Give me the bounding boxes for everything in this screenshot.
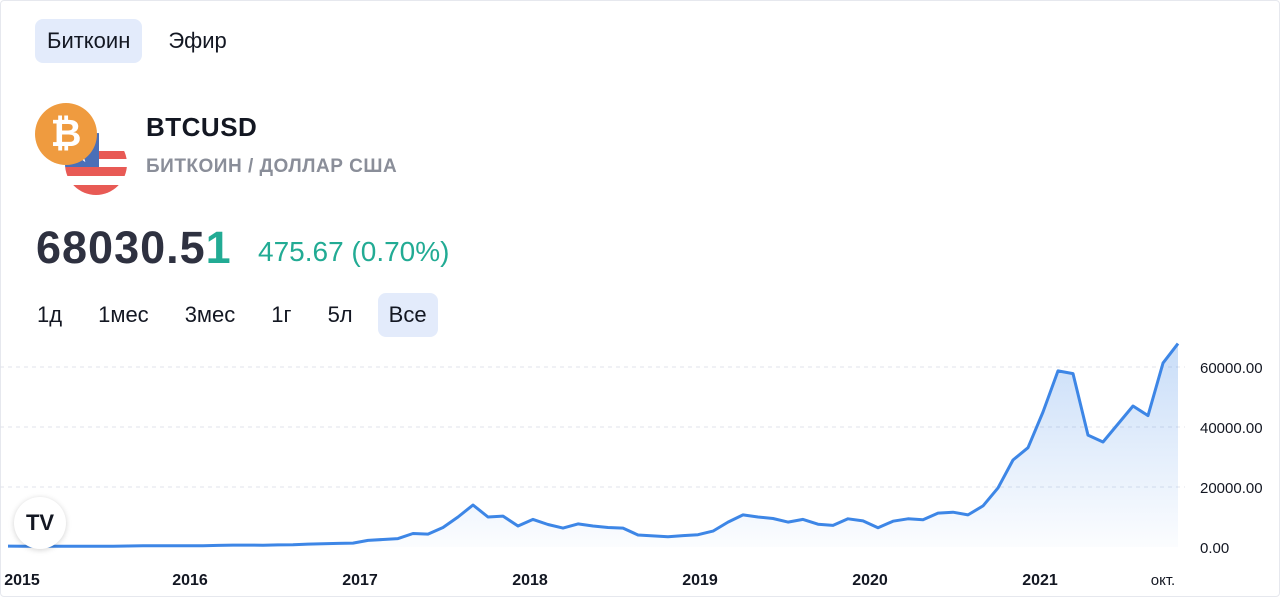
range-1m[interactable]: 1мес (87, 293, 160, 337)
tab-ether[interactable]: Эфир (156, 19, 238, 63)
range-selector: 1д 1мес 3мес 1г 5л Все (26, 293, 438, 337)
symbol-ticker: BTCUSD (146, 112, 258, 142)
price-change: 475.67 (0.70%) (258, 236, 450, 267)
price-main: 68030.5 (36, 222, 206, 273)
last-price: 68030.51 (36, 222, 232, 274)
x-tick-label: 2017 (342, 572, 378, 589)
x-tick-label: окт. (1151, 572, 1175, 589)
x-tick-label: 2020 (852, 572, 888, 589)
tab-bitcoin[interactable]: Биткоин (35, 19, 143, 63)
asset-tabs: Биткоин Эфир (35, 19, 239, 63)
x-tick-label: 2016 (172, 572, 208, 589)
y-tick-label: 60000.00 (1200, 360, 1263, 377)
symbol-logo: ₿ ★ (35, 103, 127, 195)
price-chart[interactable]: 0.00 20000.00 40000.00 60000.00 2015 2016 201… (0, 340, 1280, 597)
y-tick-label: 20000.00 (1200, 480, 1263, 497)
range-5y[interactable]: 5л (317, 293, 364, 337)
symbol-description: БИТКОИН / ДОЛЛАР США (146, 156, 398, 177)
price-area (8, 343, 1178, 547)
range-all[interactable]: Все (377, 293, 438, 337)
y-tick-label: 0.00 (1200, 540, 1229, 557)
bitcoin-icon: ₿ (35, 103, 97, 165)
x-tick-label: 2021 (1022, 572, 1058, 589)
x-tick-label: 2015 (4, 572, 40, 589)
y-tick-label: 40000.00 (1200, 420, 1263, 437)
x-tick-label: 2019 (682, 572, 718, 589)
range-3m[interactable]: 3мес (174, 293, 247, 337)
range-1y[interactable]: 1г (260, 293, 302, 337)
x-tick-label: 2018 (512, 572, 548, 589)
price-last-digit: 1 (205, 222, 232, 273)
range-1d[interactable]: 1д (26, 293, 73, 337)
tradingview-logo-icon[interactable]: TV (14, 497, 66, 549)
